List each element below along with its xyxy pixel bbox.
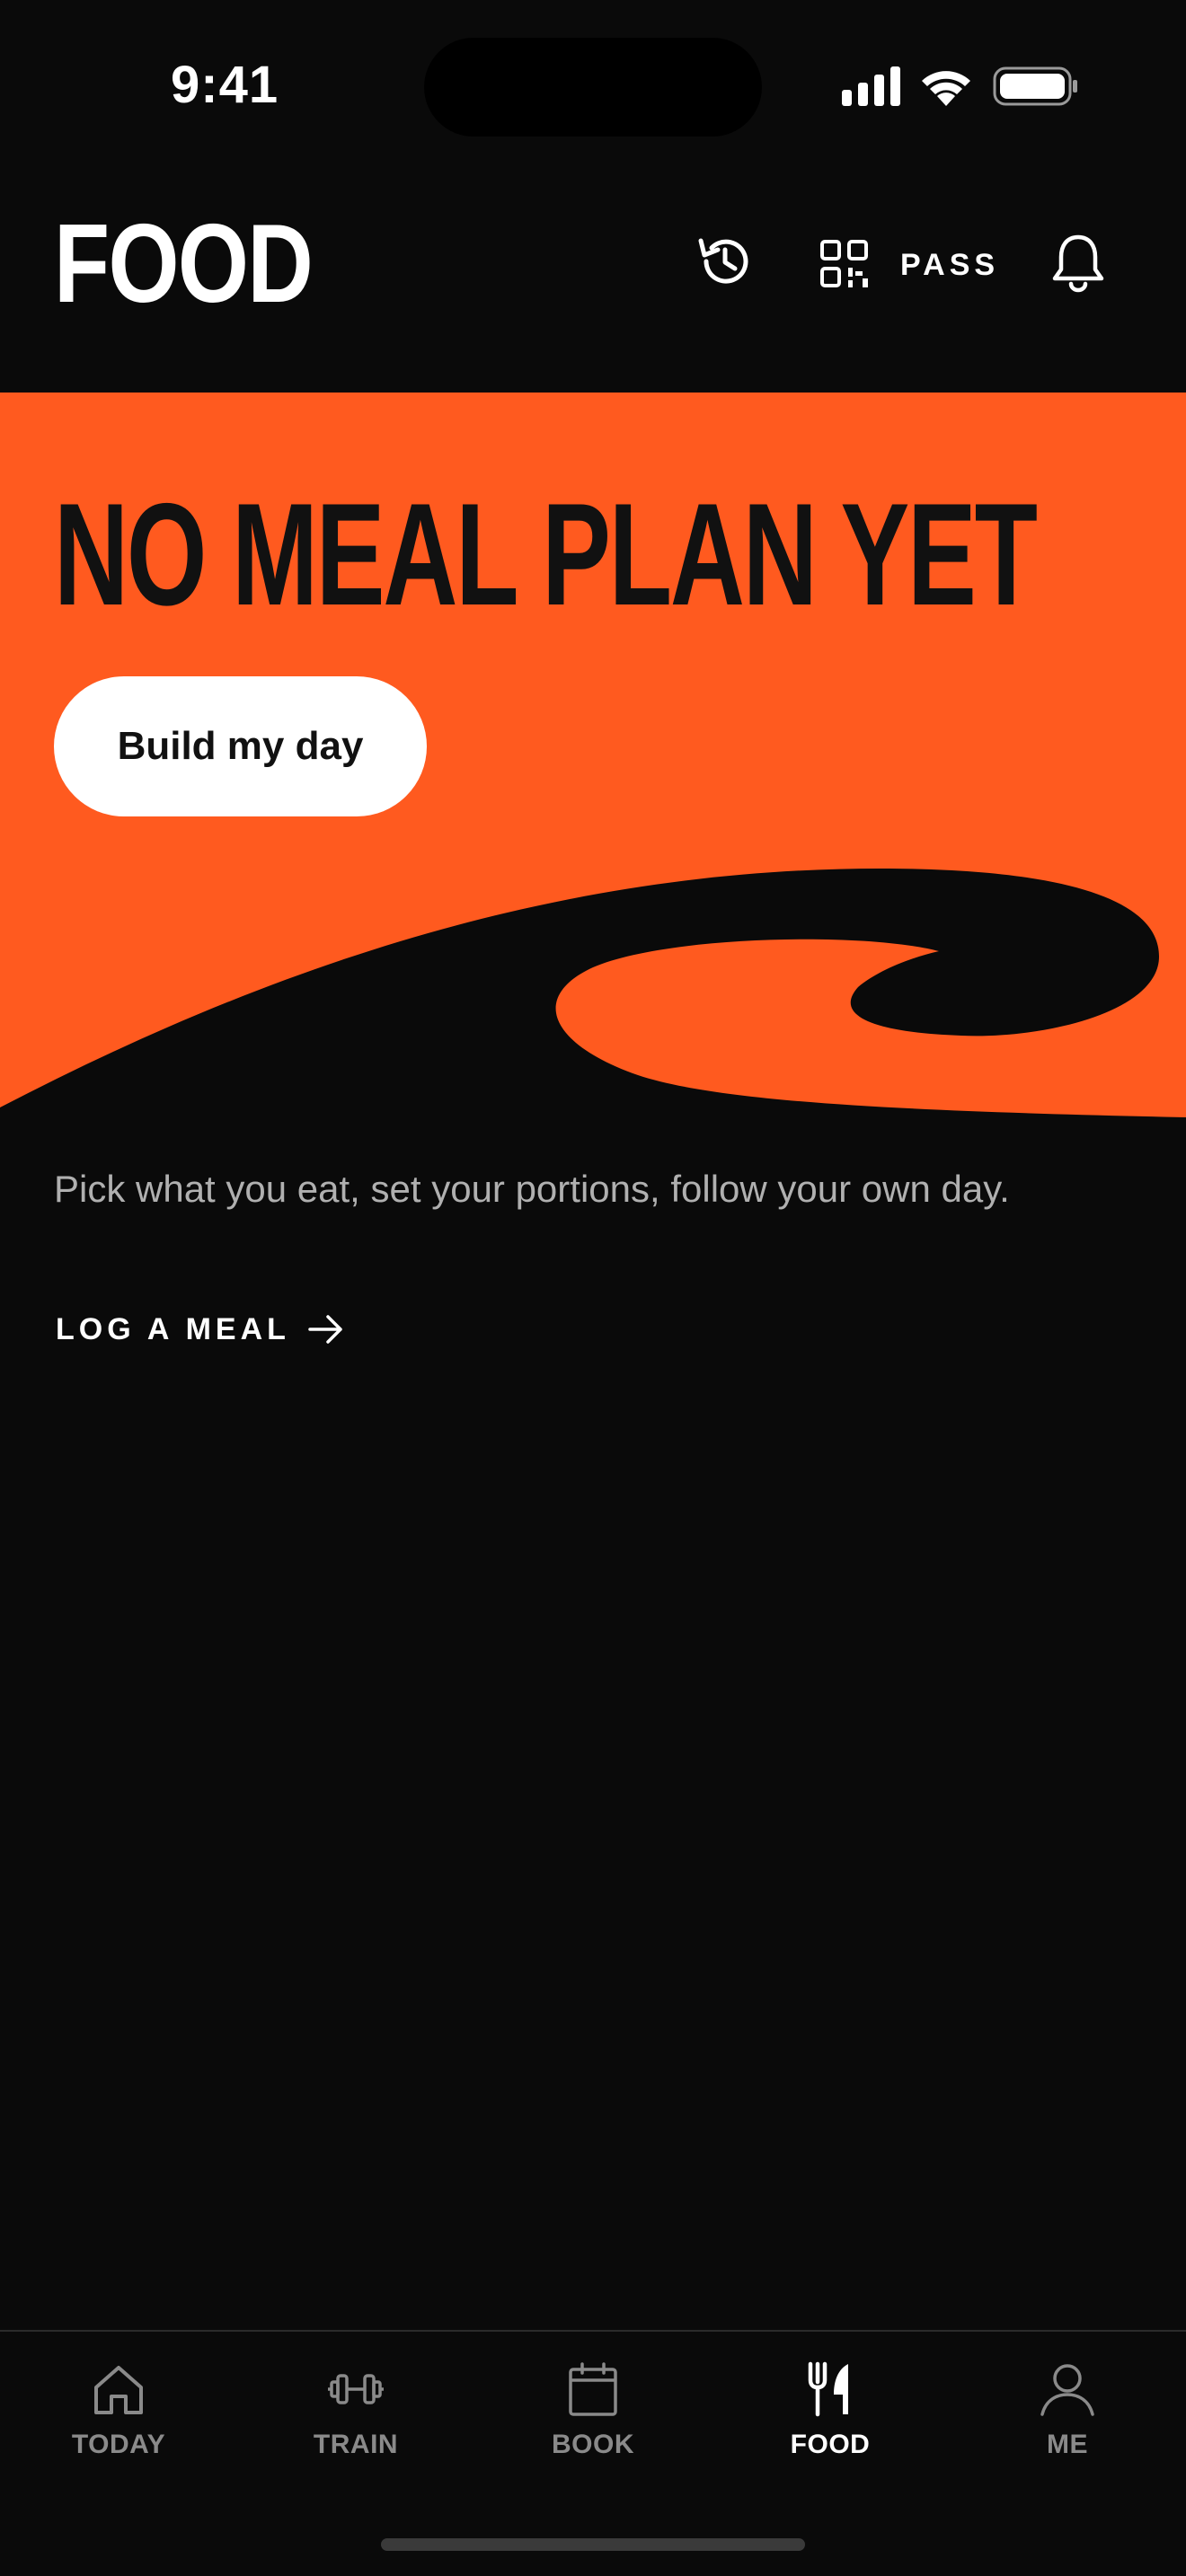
status-icons xyxy=(842,66,1077,106)
tab-train[interactable]: TRAIN xyxy=(266,2360,446,2477)
cellular-signal-icon xyxy=(842,66,900,106)
home-icon xyxy=(94,2366,143,2414)
tab-food[interactable]: FOOD xyxy=(740,2360,920,2477)
calendar-icon xyxy=(569,2362,617,2416)
status-time: 9:41 xyxy=(171,56,279,114)
dumbbell-icon xyxy=(328,2374,384,2404)
history-icon[interactable] xyxy=(695,232,755,291)
hero-title: NO MEAL PLAN YET xyxy=(54,473,1038,636)
tab-today[interactable]: TODAY xyxy=(29,2360,208,2477)
page-title: FOOD xyxy=(54,202,314,326)
person-icon xyxy=(1040,2364,1094,2416)
log-a-meal-label: LOG A MEAL xyxy=(56,1312,290,1346)
fork-knife-icon xyxy=(808,2361,848,2417)
home-indicator xyxy=(381,2538,805,2551)
qr-code-icon[interactable] xyxy=(819,239,870,289)
tab-me[interactable]: ME xyxy=(978,2360,1157,2477)
tab-label: ME xyxy=(1047,2430,1088,2459)
arrow-right-icon xyxy=(308,1315,342,1344)
build-my-day-button[interactable]: Build my day xyxy=(54,676,427,816)
tab-label: FOOD xyxy=(790,2430,871,2459)
bell-icon[interactable] xyxy=(1048,232,1109,293)
food-description: Pick what you eat, set your portions, fo… xyxy=(54,1168,1010,1210)
tab-label: BOOK xyxy=(552,2430,634,2459)
tab-label: TRAIN xyxy=(313,2430,399,2459)
dynamic-island xyxy=(424,38,762,137)
wifi-icon xyxy=(922,71,970,106)
tab-book[interactable]: BOOK xyxy=(503,2360,683,2477)
tab-label: TODAY xyxy=(71,2430,166,2459)
log-a-meal-link[interactable]: LOG A MEAL xyxy=(56,1310,346,1349)
battery-icon xyxy=(993,66,1077,106)
hero-banner: NO MEAL PLAN YET Build my day xyxy=(0,393,1186,1117)
status-bar: 9:41 xyxy=(0,0,1186,171)
pass-label[interactable]: PASS xyxy=(900,247,999,283)
